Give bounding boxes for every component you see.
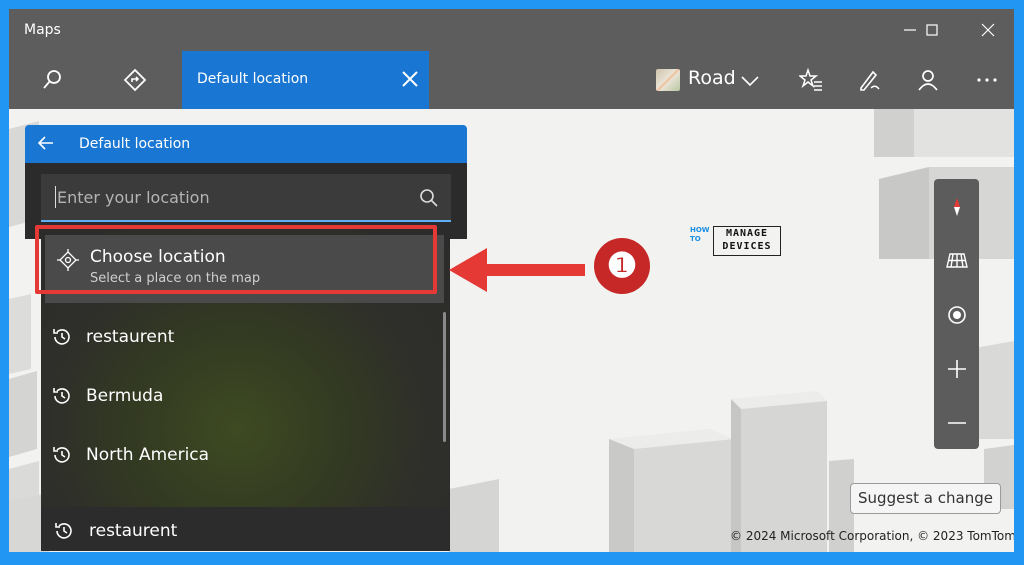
logo-line1: MANAGE: [725, 228, 769, 239]
search-icon[interactable]: [419, 188, 439, 208]
logo-line2: DEVICES: [722, 241, 772, 252]
history-icon: [53, 520, 75, 542]
zoom-in-icon[interactable]: [945, 357, 969, 381]
map-controls: [934, 179, 979, 449]
location-search-box: [41, 174, 451, 222]
suggest-change-button[interactable]: Suggest a change: [850, 483, 1001, 514]
locate-icon[interactable]: [945, 303, 969, 327]
road-map-icon[interactable]: [656, 69, 680, 91]
recent-item-label: Bermuda: [86, 386, 164, 406]
recent-item-label: restaurent: [86, 327, 175, 347]
step-badge: ❶: [594, 238, 650, 294]
back-arrow-icon[interactable]: [37, 134, 55, 152]
panel-title: Default location: [79, 136, 191, 152]
logo-box: MANAGE DEVICES: [713, 226, 781, 256]
title-bar: Maps: [9, 9, 1014, 51]
directions-icon[interactable]: [123, 68, 147, 92]
map-copyright: © 2024 Microsoft Corporation, © 2023 Tom…: [730, 529, 1014, 543]
close-icon[interactable]: [976, 18, 1000, 42]
zoom-out-icon[interactable]: [945, 411, 969, 435]
app-title: Maps: [24, 22, 61, 38]
recent-item[interactable]: restaurent: [41, 313, 450, 363]
toolbar: Default location Road: [9, 51, 1014, 109]
recent-item-label: North America: [86, 445, 210, 465]
compass-icon[interactable]: [945, 195, 969, 219]
recent-item-label: restaurent: [89, 521, 178, 541]
recent-item[interactable]: North America: [41, 431, 450, 481]
highlight-box: [35, 225, 437, 294]
howto-managedevices-logo: HOW TO MANAGE DEVICES: [690, 226, 782, 258]
chevron-down-icon[interactable]: [738, 69, 762, 93]
tab-default-location[interactable]: Default location: [182, 51, 429, 109]
panel-header: Default location: [25, 125, 467, 163]
search-input[interactable]: [55, 184, 399, 210]
scrollbar[interactable]: [443, 312, 446, 442]
history-icon: [51, 444, 73, 466]
search-icon[interactable]: [40, 68, 64, 92]
history-icon: [51, 385, 73, 407]
recent-item[interactable]: Bermuda: [41, 372, 450, 422]
close-icon[interactable]: [399, 68, 421, 90]
logo-small-text: HOW TO: [690, 226, 710, 243]
map-style-label[interactable]: Road: [688, 67, 736, 89]
favorites-icon[interactable]: [797, 67, 823, 92]
tab-label: Default location: [197, 71, 309, 87]
minimize-icon[interactable]: [898, 18, 922, 42]
recent-item[interactable]: restaurent: [41, 507, 450, 551]
history-icon: [51, 326, 73, 348]
maximize-icon[interactable]: [920, 18, 944, 42]
ink-icon[interactable]: [857, 68, 881, 92]
annotation-arrow-icon: [449, 248, 585, 292]
3d-grid-icon[interactable]: [945, 248, 969, 272]
person-icon[interactable]: [916, 68, 940, 92]
more-icon[interactable]: [975, 68, 999, 92]
